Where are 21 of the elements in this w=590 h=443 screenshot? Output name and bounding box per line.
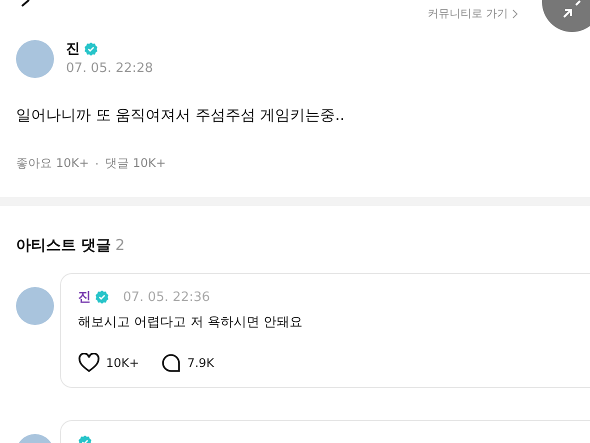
avatar[interactable] [16, 287, 54, 325]
heart-icon [78, 353, 100, 373]
community-link[interactable]: 커뮤니티로 가기 [428, 6, 518, 21]
author-name: 진 [66, 40, 80, 58]
post-time: 07. 05. 22:28 [66, 61, 154, 76]
back-icon[interactable] [20, 0, 30, 7]
reply-button[interactable]: 7.9K [161, 353, 214, 373]
chevron-right-icon [512, 8, 518, 18]
comment-text: 해보시고 어렵다고 저 욕하시면 안돼요 [78, 314, 304, 331]
shrink-arrows-icon [561, 0, 583, 20]
avatar[interactable] [16, 40, 54, 78]
comment-count: 2 [115, 236, 125, 254]
separator-dot: · [95, 156, 99, 170]
likes-count: 좋아요 10K+ [16, 155, 90, 172]
speech-bubble-icon [161, 353, 182, 373]
section-title: 아티스트 댓글 [16, 236, 112, 254]
comments-count: 댓글 10K+ [104, 155, 166, 172]
comment-author: 진 [78, 289, 91, 306]
post-text: 일어나니까 또 움직여져서 주섬주섬 게임키는중.. [15, 105, 346, 125]
like-button[interactable]: 10K+ [78, 353, 140, 373]
comment-time: 07. 05. 22:36 [123, 290, 210, 304]
